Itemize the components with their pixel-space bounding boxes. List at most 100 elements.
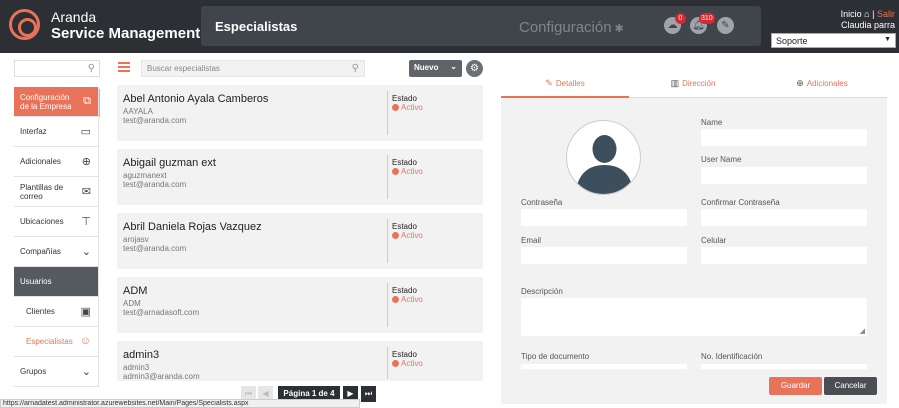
sidebar-item-label: Adicionales [20, 157, 61, 166]
status-dot-icon [392, 168, 399, 175]
specialists-list: Abel Antonio Ayala Camberos AAYALA test@… [117, 85, 483, 389]
list-item[interactable]: admin3 admin3 admin3@aranda.com Estado A… [117, 341, 483, 381]
new-button[interactable]: Nuevo ⌄ [409, 60, 462, 77]
sidebar-search-input[interactable]: ⚲ [14, 60, 100, 77]
sidebar-item-companias[interactable]: Compañías ⌄ [14, 237, 99, 267]
specialists-search-input[interactable]: Buscar especialistas ⚲ [141, 60, 365, 77]
confirm-password-field[interactable] [701, 209, 867, 226]
list-item[interactable]: ADM ADM test@arnadasoft.com Estado Activ… [117, 277, 483, 333]
top-header: Aranda Service Management Especialistas … [0, 0, 899, 53]
logout-link[interactable]: Salir [877, 9, 895, 19]
home-icon[interactable]: ⌂ [864, 9, 869, 19]
specialist-username: AAYALA [123, 107, 153, 116]
card-divider [387, 219, 388, 263]
details-tabs: ✎ Detalles ▥ Dirección ⊕ Adicionales [501, 68, 887, 98]
search-icon: ⚲ [87, 63, 95, 74]
doc-type-label: Tipo de documento [521, 352, 590, 361]
envelope-icon: ✉ [81, 186, 91, 198]
plus-circle-icon: ⊕ [796, 78, 804, 88]
status-label: Estado [392, 222, 417, 231]
status-badge: Activo [392, 231, 423, 240]
card-divider [387, 347, 388, 379]
id-number-field[interactable] [701, 364, 867, 369]
configuration-link[interactable]: Configuración ✱ [519, 19, 624, 36]
name-label: Name [701, 118, 723, 127]
avatar[interactable] [566, 120, 641, 195]
link-separator: | [872, 9, 875, 19]
list-item[interactable]: Abril Daniela Rojas Vazquez arojasv test… [117, 213, 483, 269]
tab-detalles[interactable]: ✎ Detalles [501, 68, 629, 98]
card-divider [387, 155, 388, 199]
hamburger-menu-icon[interactable] [118, 62, 130, 72]
user-name: Claudia parra [840, 20, 895, 30]
gear-icon: ✱ [611, 23, 624, 35]
specialist-email: admin3@aranda.com [123, 372, 200, 381]
aranda-logo [9, 9, 40, 40]
password-field[interactable] [521, 209, 687, 226]
tab-adicionales[interactable]: ⊕ Adicionales [757, 68, 887, 98]
specialist-name: Abel Antonio Ayala Camberos [123, 93, 269, 105]
sidebar-item-adicionales[interactable]: Adicionales ⊕ [14, 147, 99, 177]
user-links: Inicio ⌂ | Salir [841, 9, 895, 19]
status-label: Estado [392, 158, 417, 167]
sidebar-item-label: Clientes [26, 307, 55, 316]
description-textarea[interactable]: ◢ [521, 298, 867, 336]
status-label: Estado [392, 94, 417, 103]
sidebar-item-interfaz[interactable]: Interfaz ▭ [14, 117, 99, 147]
save-button[interactable]: Guardar [769, 377, 822, 395]
tab-direccion[interactable]: ▥ Dirección [629, 68, 757, 98]
cell-field[interactable] [701, 247, 867, 264]
description-label: Descripción [521, 287, 563, 296]
list-item[interactable]: Abigail guzman ext aguzmanext test@arand… [117, 149, 483, 205]
sidebar-item-label: Interfaz [20, 127, 47, 136]
specialist-name: ADM [123, 285, 148, 297]
specialist-username: ADM [123, 299, 141, 308]
last-page-button[interactable]: ⏭ [361, 386, 376, 402]
sidebar-item-ubicaciones[interactable]: Ubicaciones ⊤ [14, 207, 99, 237]
status-badge: Activo [392, 359, 423, 368]
sidebar-item-clientes[interactable]: Clientes ▣ [14, 297, 99, 327]
status-label: Estado [392, 350, 417, 359]
home-link[interactable]: Inicio [841, 9, 862, 19]
specialist-username: admin3 [123, 363, 150, 372]
sidebar-item-usuarios[interactable]: Usuarios [14, 267, 99, 297]
status-label: Estado [392, 286, 417, 295]
building-icon: ▥ [670, 78, 680, 88]
role-select[interactable]: Soporte ▼ [771, 33, 896, 48]
name-field[interactable] [701, 129, 867, 146]
status-badge: Activo [392, 295, 423, 304]
chevron-down-icon: ▼ [884, 36, 891, 43]
sidebar-item-label: Ubicaciones [20, 217, 64, 226]
brand-line1: Aranda [51, 9, 97, 25]
email-field[interactable] [521, 247, 687, 264]
chevron-down-icon: ⌄ [450, 62, 457, 71]
sidebar-item-label: Configuración de la Empresa [20, 92, 72, 111]
username-field[interactable] [701, 167, 867, 184]
list-item[interactable]: Abel Antonio Ayala Camberos AAYALA test@… [117, 85, 483, 141]
specialist-email: test@arnadasoft.com [123, 308, 200, 317]
specialist-email: test@aranda.com [123, 180, 187, 189]
settings-icon[interactable]: ⚙ [466, 60, 483, 77]
specialist-email: test@aranda.com [123, 116, 187, 125]
specialist-username: aguzmanext [123, 171, 167, 180]
chevron-down-icon: ⌄ [81, 246, 91, 258]
messages-badge: 0 [675, 13, 686, 24]
cell-label: Celular [701, 236, 727, 245]
sidebar: Configuración de la Empresa ⧉ Interfaz ▭… [14, 87, 99, 387]
resize-grip-icon[interactable]: ◢ [860, 327, 865, 335]
sidebar-item-company-config[interactable]: Configuración de la Empresa ⧉ [14, 87, 99, 117]
sidebar-item-especialistas[interactable]: Especialistas ☺ [14, 327, 99, 357]
card-divider [387, 91, 388, 135]
tools-icon[interactable]: ✎ [717, 17, 734, 34]
doc-type-select[interactable] [521, 364, 687, 369]
sidebar-item-plantillas[interactable]: Plantillas de correo ✉ [14, 177, 99, 207]
card-divider [387, 283, 388, 327]
status-dot-icon [392, 360, 399, 367]
signpost-icon: ⊤ [81, 216, 91, 228]
monitor-icon: ▭ [80, 126, 91, 138]
password-label: Contraseña [521, 198, 563, 207]
confirm-password-label: Confirmar Contraseña [701, 198, 780, 207]
chevron-down-icon: ⌄ [81, 366, 91, 378]
cancel-button[interactable]: Cancelar [824, 377, 877, 395]
sidebar-item-grupos[interactable]: Grupos ⌄ [14, 357, 99, 387]
